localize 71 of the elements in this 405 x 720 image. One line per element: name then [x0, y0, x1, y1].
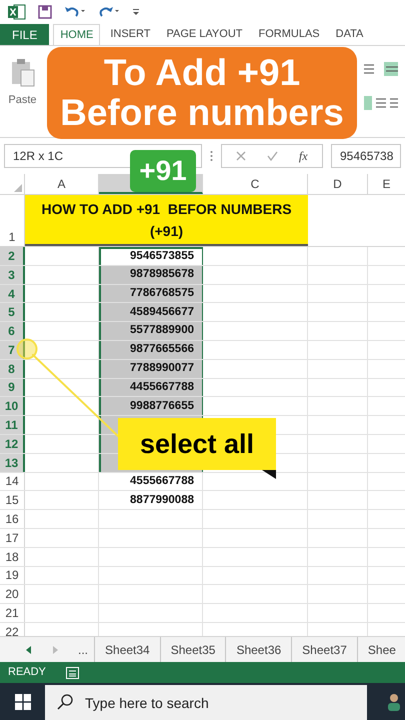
banner-text: To Add +91 — [104, 53, 300, 93]
user-icon[interactable] — [387, 692, 401, 710]
row-header[interactable]: 18 — [0, 548, 25, 566]
spreadsheet-app-icon — [8, 4, 26, 20]
more-sheets-button[interactable]: ... — [78, 640, 88, 658]
row-header[interactable]: 3 — [0, 266, 25, 284]
select-all-corner-icon[interactable] — [14, 184, 22, 192]
next-sheet-icon[interactable] — [53, 646, 58, 654]
formula-field[interactable]: 95465738 — [331, 144, 401, 168]
row-header[interactable]: 2 — [0, 247, 25, 265]
table-cell[interactable]: 9877665566 — [99, 340, 203, 359]
file-tab[interactable]: FILE — [0, 24, 50, 45]
table-cell[interactable]: 9546573855 — [99, 247, 203, 265]
table-cell[interactable]: 5577889900 — [99, 322, 203, 340]
check-icon[interactable] — [267, 151, 278, 161]
row-header[interactable]: 13 — [0, 454, 25, 472]
windows-start-icon[interactable] — [14, 694, 30, 710]
title-cell: HOW TO ADD +91 BEFOR NUMBERS (+91) — [25, 195, 308, 246]
table-cell[interactable]: 4455667788 — [99, 378, 203, 396]
row-header[interactable]: 4 — [0, 284, 25, 302]
callout-tooltip: select all — [118, 418, 276, 470]
customize-toolbar-icon[interactable] — [132, 8, 140, 16]
table-cell[interactable]: 8877990088 — [99, 491, 203, 510]
column-header[interactable]: D — [308, 174, 368, 194]
previous-sheet-icon[interactable] — [26, 646, 31, 654]
insert-function-button[interactable]: fx — [298, 147, 308, 165]
row-header[interactable]: 11 — [0, 416, 25, 434]
row-header[interactable]: 14 — [0, 472, 25, 490]
column-header[interactable]: C — [203, 174, 308, 194]
cancel-icon[interactable] — [236, 151, 246, 161]
row-header[interactable]: 5 — [0, 303, 25, 322]
highlight-circle-icon — [16, 338, 38, 360]
search-icon — [57, 694, 73, 710]
row-header[interactable]: 12 — [0, 434, 25, 453]
plus-tooltip: +91 — [130, 150, 196, 192]
align-left-icon[interactable] — [364, 96, 398, 110]
row-header[interactable]: 21 — [0, 604, 25, 622]
paste-label[interactable]: Paste — [8, 92, 37, 108]
banner-text: Before numbers — [60, 93, 344, 133]
ribbon-tab[interactable]: DATA — [330, 24, 370, 45]
macro-record-icon[interactable] — [66, 666, 79, 678]
row-header[interactable]: 19 — [0, 566, 25, 584]
row-header[interactable]: 6 — [0, 322, 25, 340]
ribbon-tab[interactable]: FORMULAS — [252, 24, 326, 45]
row-header[interactable]: 8 — [0, 360, 25, 378]
row-header[interactable]: 17 — [0, 528, 25, 547]
table-cell[interactable]: 7788990077 — [99, 360, 203, 378]
row-header[interactable]: 10 — [0, 397, 25, 416]
row-header[interactable]: 7 — [0, 340, 25, 359]
table-cell[interactable]: 9988776655 — [99, 397, 203, 416]
table-cell[interactable]: 4555667788 — [99, 472, 203, 490]
ribbon-tab[interactable]: HOME — [53, 24, 100, 45]
undo-icon[interactable] — [64, 5, 86, 19]
row-header[interactable]: 16 — [0, 510, 25, 528]
align-top-icon[interactable] — [364, 62, 398, 76]
ribbon-tab[interactable]: INSERT — [104, 24, 156, 45]
column-header[interactable]: E — [368, 174, 405, 194]
row-header[interactable]: 15 — [0, 491, 25, 510]
table-cell[interactable]: 9878985678 — [99, 266, 203, 284]
row-header[interactable]: 9 — [0, 378, 25, 396]
status-text: READY — [8, 665, 46, 680]
table-cell[interactable]: 7786768575 — [99, 284, 203, 302]
clipboard-icon[interactable] — [10, 58, 36, 88]
more-options-icon[interactable] — [210, 150, 213, 162]
corner-triangle-icon — [262, 470, 276, 479]
save-icon[interactable] — [38, 5, 52, 19]
row-header[interactable]: 20 — [0, 585, 25, 604]
redo-icon[interactable] — [98, 5, 120, 19]
ribbon-tab[interactable]: PAGE LAYOUT — [160, 24, 248, 45]
taskbar-search-field[interactable]: Type here to search — [45, 685, 367, 720]
table-cell[interactable]: 4589456677 — [99, 303, 203, 322]
